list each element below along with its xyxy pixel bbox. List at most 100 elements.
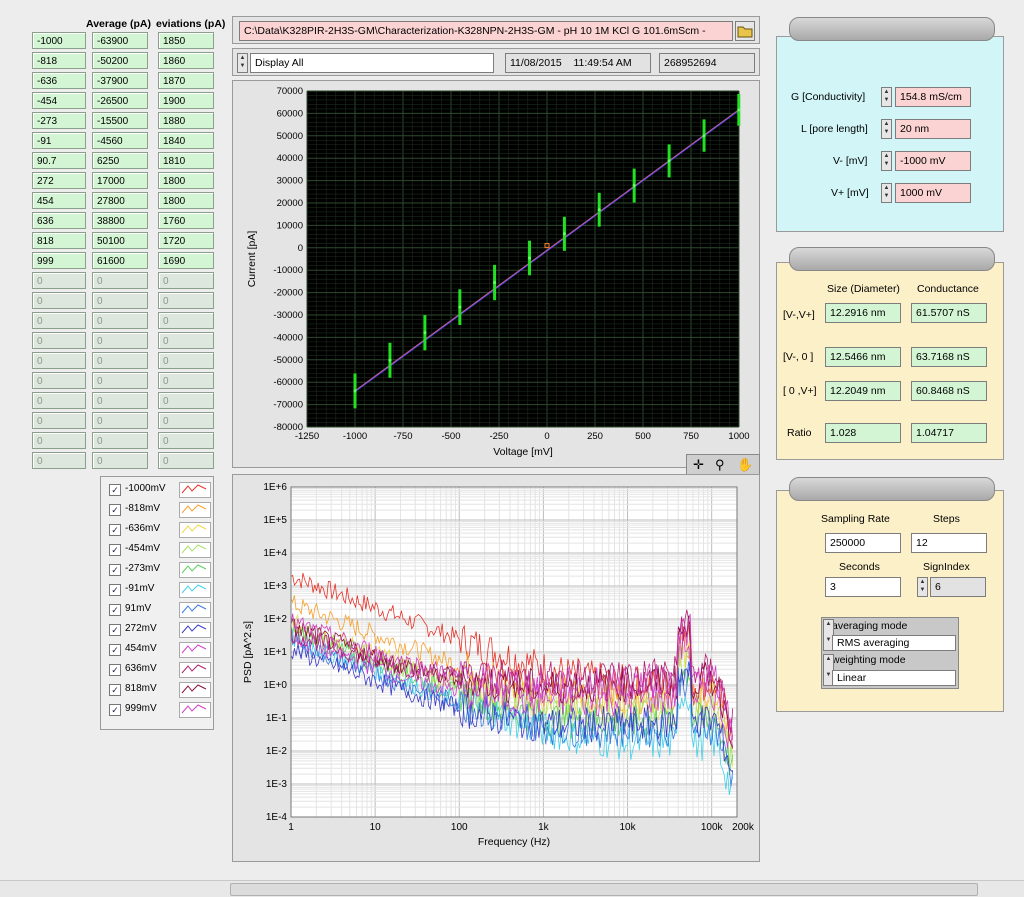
seconds-input[interactable]: 3 bbox=[825, 577, 901, 597]
table-cell[interactable]: 50100 bbox=[92, 232, 148, 249]
table-cell[interactable]: 0 bbox=[32, 372, 86, 389]
table-cell[interactable]: 0 bbox=[92, 432, 148, 449]
table-cell[interactable]: 0 bbox=[32, 432, 86, 449]
table-cell[interactable]: 1870 bbox=[158, 72, 214, 89]
table-cell[interactable]: -15500 bbox=[92, 112, 148, 129]
table-cell[interactable]: 0 bbox=[158, 412, 214, 429]
display-mode-spinner[interactable]: ▲ ▼ bbox=[237, 53, 248, 73]
file-path-field[interactable]: C:\Data\K328PIR-2H3S-GM\Characterization… bbox=[239, 21, 733, 41]
vminus-spinner[interactable]: ▲ ▼ bbox=[881, 151, 892, 171]
table-cell[interactable]: 1850 bbox=[158, 32, 214, 49]
table-cell[interactable]: 0 bbox=[92, 292, 148, 309]
table-cell[interactable]: -4560 bbox=[92, 132, 148, 149]
table-cell[interactable]: 1880 bbox=[158, 112, 214, 129]
signindex-input[interactable]: 6 bbox=[930, 577, 986, 597]
table-cell[interactable]: -454 bbox=[32, 92, 86, 109]
table-cell[interactable]: 454 bbox=[32, 192, 86, 209]
table-cell[interactable]: 0 bbox=[32, 452, 86, 469]
table-cell[interactable]: 17000 bbox=[92, 172, 148, 189]
table-cell[interactable]: -91 bbox=[32, 132, 86, 149]
table-cell[interactable]: -37900 bbox=[92, 72, 148, 89]
table-cell[interactable]: 1800 bbox=[158, 192, 214, 209]
table-cell[interactable]: -636 bbox=[32, 72, 86, 89]
table-cell[interactable]: 0 bbox=[92, 452, 148, 469]
legend-checkbox[interactable]: ✓ bbox=[109, 564, 121, 576]
table-cell[interactable]: 0 bbox=[158, 352, 214, 369]
table-cell[interactable]: -818 bbox=[32, 52, 86, 69]
legend-item[interactable]: ✓ -1000mV bbox=[107, 481, 211, 499]
table-cell[interactable]: 0 bbox=[92, 272, 148, 289]
table-cell[interactable]: -1000 bbox=[32, 32, 86, 49]
legend-item[interactable]: ✓ 636mV bbox=[107, 661, 211, 679]
legend-item[interactable]: ✓ 999mV bbox=[107, 701, 211, 719]
table-cell[interactable]: 0 bbox=[158, 372, 214, 389]
vplus-spinner[interactable]: ▲ ▼ bbox=[881, 183, 892, 203]
table-cell[interactable]: 1840 bbox=[158, 132, 214, 149]
table-cell[interactable]: 0 bbox=[158, 312, 214, 329]
display-mode-field[interactable]: Display All bbox=[250, 53, 494, 73]
table-cell[interactable]: 0 bbox=[32, 292, 86, 309]
table-cell[interactable]: 0 bbox=[32, 312, 86, 329]
zoom-tool-icon[interactable]: ⚲ bbox=[715, 457, 725, 473]
legend-item[interactable]: ✓ -273mV bbox=[107, 561, 211, 579]
table-cell[interactable]: 38800 bbox=[92, 212, 148, 229]
legend-checkbox[interactable]: ✓ bbox=[109, 504, 121, 516]
steps-input[interactable]: 12 bbox=[911, 533, 987, 553]
vplus-input[interactable]: 1000 mV bbox=[895, 183, 971, 203]
table-cell[interactable]: 1800 bbox=[158, 172, 214, 189]
legend-item[interactable]: ✓ 454mV bbox=[107, 641, 211, 659]
table-cell[interactable]: 61600 bbox=[92, 252, 148, 269]
g-input[interactable]: 154.8 mS/cm bbox=[895, 87, 971, 107]
scrollbar-thumb[interactable] bbox=[230, 883, 978, 896]
table-cell[interactable]: 0 bbox=[158, 392, 214, 409]
table-cell[interactable]: 0 bbox=[158, 272, 214, 289]
table-cell[interactable]: 0 bbox=[158, 292, 214, 309]
legend-checkbox[interactable]: ✓ bbox=[109, 704, 121, 716]
pan-tool-icon[interactable]: ✋ bbox=[737, 457, 753, 473]
table-cell[interactable]: 0 bbox=[92, 332, 148, 349]
table-cell[interactable]: 272 bbox=[32, 172, 86, 189]
table-cell[interactable]: 999 bbox=[32, 252, 86, 269]
legend-checkbox[interactable]: ✓ bbox=[109, 624, 121, 636]
legend-item[interactable]: ✓ -91mV bbox=[107, 581, 211, 599]
legend-checkbox[interactable]: ✓ bbox=[109, 644, 121, 656]
browse-folder-button[interactable] bbox=[735, 21, 755, 41]
legend-checkbox[interactable]: ✓ bbox=[109, 604, 121, 616]
table-cell[interactable]: -26500 bbox=[92, 92, 148, 109]
legend-checkbox[interactable]: ✓ bbox=[109, 584, 121, 596]
legend-item[interactable]: ✓ -454mV bbox=[107, 541, 211, 559]
table-cell[interactable]: 0 bbox=[32, 332, 86, 349]
table-cell[interactable]: 0 bbox=[32, 392, 86, 409]
table-cell[interactable]: 0 bbox=[158, 432, 214, 449]
table-cell[interactable]: 636 bbox=[32, 212, 86, 229]
table-cell[interactable]: 1900 bbox=[158, 92, 214, 109]
table-cell[interactable]: 0 bbox=[92, 412, 148, 429]
table-cell[interactable]: 0 bbox=[158, 332, 214, 349]
l-input[interactable]: 20 nm bbox=[895, 119, 971, 139]
table-cell[interactable]: -50200 bbox=[92, 52, 148, 69]
table-cell[interactable]: 0 bbox=[92, 352, 148, 369]
table-cell[interactable]: 818 bbox=[32, 232, 86, 249]
legend-item[interactable]: ✓ 272mV bbox=[107, 621, 211, 639]
table-cell[interactable]: 1860 bbox=[158, 52, 214, 69]
table-cell[interactable]: 0 bbox=[92, 372, 148, 389]
legend-item[interactable]: ✓ -636mV bbox=[107, 521, 211, 539]
cursor-tool-icon[interactable]: ✛ bbox=[693, 457, 704, 473]
table-cell[interactable]: 0 bbox=[92, 392, 148, 409]
legend-item[interactable]: ✓ -818mV bbox=[107, 501, 211, 519]
horizontal-scrollbar[interactable] bbox=[0, 880, 1024, 897]
table-cell[interactable]: -63900 bbox=[92, 32, 148, 49]
legend-item[interactable]: ✓ 91mV bbox=[107, 601, 211, 619]
table-cell[interactable]: 0 bbox=[32, 412, 86, 429]
table-cell[interactable]: 90.7 bbox=[32, 152, 86, 169]
signindex-spinner[interactable]: ▲ ▼ bbox=[917, 577, 928, 597]
table-cell[interactable]: 0 bbox=[32, 352, 86, 369]
l-spinner[interactable]: ▲ ▼ bbox=[881, 119, 892, 139]
table-cell[interactable]: -273 bbox=[32, 112, 86, 129]
averaging-mode-select[interactable]: RMS averaging bbox=[832, 635, 956, 651]
table-cell[interactable]: 1760 bbox=[158, 212, 214, 229]
legend-checkbox[interactable]: ✓ bbox=[109, 664, 121, 676]
vminus-input[interactable]: -1000 mV bbox=[895, 151, 971, 171]
table-cell[interactable]: 0 bbox=[92, 312, 148, 329]
legend-checkbox[interactable]: ✓ bbox=[109, 484, 121, 496]
